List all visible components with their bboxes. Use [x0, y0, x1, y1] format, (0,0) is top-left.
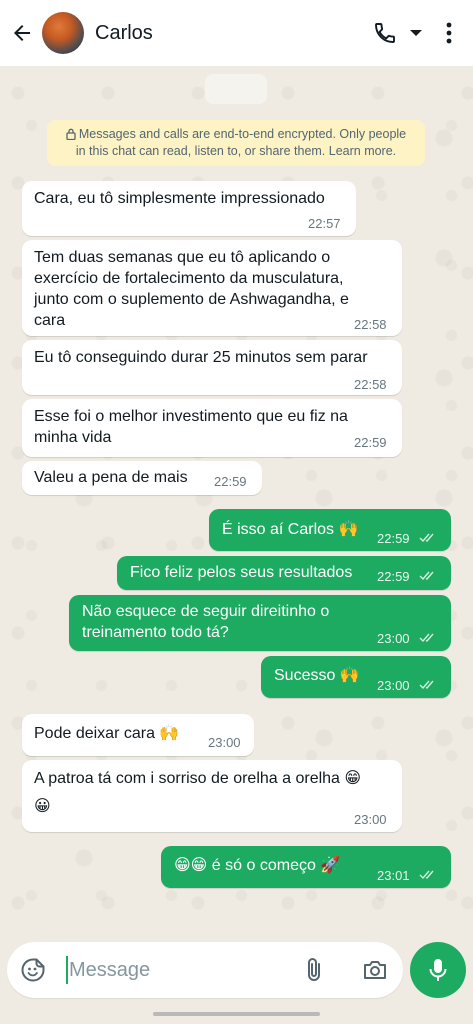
- message-time: 22:59: [377, 531, 410, 546]
- message-time: 23:01: [377, 868, 410, 883]
- message-bubble-incoming[interactable]: Esse foi o melhor investimento que eu fi…: [22, 399, 402, 457]
- avatar[interactable]: [42, 12, 84, 54]
- sticker-icon: [21, 958, 45, 982]
- message-text: Tem duas semanas que eu tô aplicando o: [34, 249, 331, 266]
- double-check-icon: [419, 533, 434, 543]
- message-time: 22:58: [354, 377, 387, 392]
- message-composer: [7, 942, 403, 998]
- message-text: Eu tô conseguindo durar 25 minutos sem p…: [34, 349, 368, 366]
- voice-call-button[interactable]: [367, 0, 403, 66]
- encryption-notice-line1: Messages and calls are end-to-end encryp…: [78, 127, 407, 141]
- back-button[interactable]: [2, 0, 42, 66]
- message-text: Não esquece de seguir direitinho o: [82, 603, 330, 620]
- message-bubble-outgoing[interactable]: Fico feliz pelos seus resultados 22:59: [117, 556, 451, 590]
- voice-message-button[interactable]: [410, 942, 466, 998]
- message-bubble-incoming[interactable]: Eu tô conseguindo durar 25 minutos sem p…: [22, 340, 402, 395]
- camera-icon: [364, 961, 386, 979]
- message-bubble-incoming[interactable]: Valeu a pena de mais 22:59: [22, 461, 262, 495]
- message-text: exercício de fortalecimento da musculatu…: [34, 270, 344, 287]
- message-text: 😁😁 é só o começo 🚀: [174, 857, 341, 874]
- paperclip-icon: [308, 958, 320, 981]
- message-text: junto com o suplemento de Ashwagandha, e: [34, 291, 349, 308]
- message-time: 22:59: [214, 474, 247, 489]
- call-options-button[interactable]: [403, 0, 429, 66]
- double-check-icon: [419, 870, 434, 880]
- microphone-icon: [429, 959, 447, 981]
- message-text: A patroa tá com i sorriso de orelha a or…: [34, 770, 362, 787]
- double-check-icon: [419, 680, 434, 690]
- message-time: 23:00: [208, 735, 241, 750]
- lock-icon: [66, 128, 76, 140]
- message-bubble-outgoing[interactable]: É isso aí Carlos 🙌 22:59: [209, 509, 451, 551]
- message-text: minha vida: [34, 429, 112, 446]
- chat-header: Carlos: [0, 0, 473, 66]
- message-time: 22:57: [308, 216, 341, 231]
- message-text: Sucesso 🙌: [274, 667, 360, 684]
- message-input[interactable]: [69, 954, 289, 986]
- message-bubble-incoming[interactable]: Tem duas semanas que eu tô aplicando o e…: [22, 240, 402, 336]
- message-time: 23:00: [354, 812, 387, 827]
- message-time: 23:00: [377, 631, 410, 646]
- double-check-icon: [419, 571, 434, 581]
- message-time: 22:58: [354, 317, 387, 332]
- message-text: Esse foi o melhor investimento que eu fi…: [34, 408, 348, 425]
- message-text: Cara, eu tô simplesmente impressionado: [34, 190, 325, 207]
- attach-button[interactable]: [304, 956, 324, 989]
- phone-icon: [375, 23, 395, 43]
- message-bubble-outgoing[interactable]: Sucesso 🙌 23:00: [261, 656, 451, 698]
- message-time: 22:59: [354, 435, 387, 450]
- sticker-button[interactable]: [20, 957, 46, 988]
- message-text: Pode deixar cara 🙌: [34, 725, 180, 742]
- caret-down-icon: [410, 30, 422, 36]
- message-bubble-outgoing[interactable]: 😁😁 é só o começo 🚀 23:01: [161, 846, 451, 888]
- message-bubble-outgoing[interactable]: Não esquece de seguir direitinho o trein…: [69, 595, 451, 651]
- message-text: Fico feliz pelos seus resultados: [130, 564, 353, 581]
- camera-button[interactable]: [362, 958, 388, 987]
- date-pill: [205, 74, 267, 104]
- message-bubble-incoming[interactable]: Pode deixar cara 🙌 23:00: [22, 714, 254, 756]
- contact-name[interactable]: Carlos: [95, 22, 367, 45]
- message-text: cara: [34, 312, 66, 329]
- home-indicator: [153, 1012, 320, 1016]
- message-time: 22:59: [377, 569, 410, 584]
- more-options-button[interactable]: [429, 0, 469, 66]
- message-text: 😀: [34, 798, 51, 815]
- message-text: É isso aí Carlos 🙌: [222, 521, 359, 538]
- chat-area[interactable]: Messages and calls are end-to-end encryp…: [0, 66, 473, 940]
- text-cursor: [66, 956, 68, 984]
- message-bubble-incoming[interactable]: A patroa tá com i sorriso de orelha a or…: [22, 760, 402, 832]
- message-text: treinamento todo tá?: [82, 624, 229, 641]
- double-check-icon: [419, 633, 434, 643]
- encryption-notice[interactable]: Messages and calls are end-to-end encryp…: [47, 120, 425, 166]
- message-text: Valeu a pena de mais: [34, 469, 188, 486]
- message-bubble-incoming[interactable]: Cara, eu tô simplesmente impressionado 2…: [22, 181, 356, 236]
- arrow-left-icon: [14, 25, 30, 41]
- encryption-notice-line2: in this chat can read, listen to, or sha…: [75, 144, 397, 158]
- message-time: 23:00: [377, 678, 410, 693]
- more-vertical-icon: [446, 22, 452, 44]
